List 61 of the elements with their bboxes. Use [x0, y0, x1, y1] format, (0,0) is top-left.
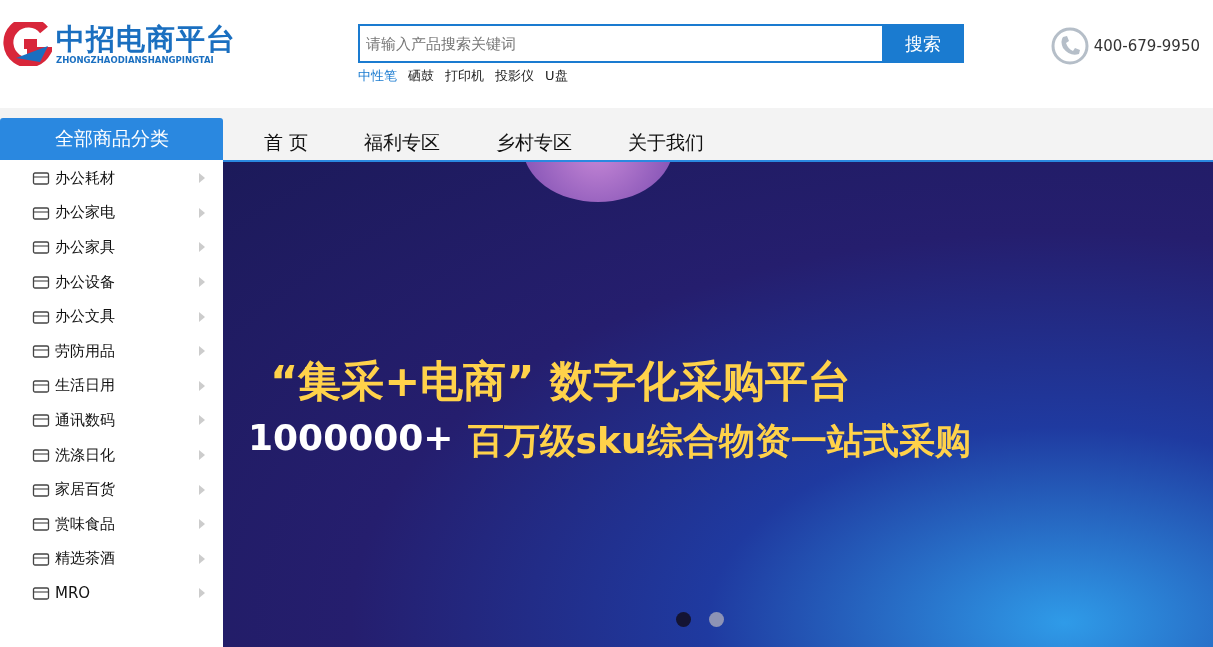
category-link[interactable]: MRO	[55, 584, 199, 603]
carousel-dot[interactable]	[709, 612, 724, 627]
category-link[interactable]: 生活日用	[55, 376, 199, 396]
category-icon	[32, 550, 50, 567]
banner-tagline: 百万级sku综合物资一站式采购	[467, 419, 971, 463]
category-icon	[32, 481, 50, 498]
category-link[interactable]: 通讯数码	[55, 410, 199, 430]
category-icon	[32, 274, 50, 291]
category-link[interactable]: 办公文具	[55, 307, 199, 327]
chevron-right-icon	[199, 519, 205, 530]
category-icon	[32, 516, 50, 533]
nav-link[interactable]: 福利专区	[364, 130, 441, 160]
hot-keyword-link[interactable]: 中性笔	[358, 67, 397, 85]
hot-keyword-link[interactable]: U盘	[545, 67, 568, 85]
chevron-right-icon	[199, 242, 205, 253]
banner-headline: “集采+电商” 数字化采购平台	[270, 355, 852, 408]
search-button[interactable]: 搜索	[882, 24, 964, 63]
all-categories-button[interactable]: 全部商品分类	[0, 118, 223, 160]
category-icon	[32, 343, 50, 360]
category-link[interactable]: 办公家具	[55, 238, 199, 257]
phone-number: 400-679-9950	[1093, 37, 1200, 55]
chevron-right-icon	[199, 277, 205, 288]
category-icon	[32, 447, 50, 464]
category-icon	[32, 204, 50, 221]
category-icon	[32, 170, 50, 187]
category-icon	[32, 308, 50, 325]
hot-keyword-link[interactable]: 硒鼓	[408, 67, 434, 85]
category-link[interactable]: 办公耗材	[55, 168, 199, 188]
category-icon	[32, 585, 50, 602]
category-link[interactable]: 洗涤日化	[55, 445, 199, 465]
logo-icon	[2, 22, 52, 66]
category-link[interactable]: 办公家电	[55, 203, 199, 223]
category-icon	[32, 412, 50, 429]
nav-link[interactable]: 首 页	[264, 130, 309, 160]
chevron-right-icon	[199, 484, 205, 495]
chevron-right-icon	[199, 415, 205, 426]
hot-keyword-link[interactable]: 打印机	[445, 67, 484, 85]
chevron-right-icon	[199, 311, 205, 322]
carousel-dot[interactable]	[676, 612, 691, 627]
logo-subtitle: ZHONGZHAODIANSHANGPINGTAI	[56, 54, 215, 66]
logo-title: 中招电商平台	[56, 22, 236, 55]
category-icon	[32, 377, 50, 394]
hot-keyword-link[interactable]: 投影仪	[495, 67, 534, 85]
nav-link[interactable]: 乡村专区	[496, 130, 573, 160]
phone-icon	[1049, 26, 1090, 66]
category-link[interactable]: 劳防用品	[55, 341, 199, 361]
banner-count: 1000000+	[248, 417, 454, 460]
chevron-right-icon	[199, 173, 205, 184]
search-field[interactable]: 请输入产品搜索关键词	[358, 24, 882, 63]
category-link[interactable]: 家居百货	[55, 480, 199, 500]
chevron-right-icon	[199, 588, 205, 599]
chevron-right-icon	[199, 380, 205, 391]
chevron-right-icon	[199, 450, 205, 461]
category-icon	[32, 239, 50, 256]
category-link[interactable]: 赏味食品	[55, 514, 199, 534]
chevron-right-icon	[199, 207, 205, 218]
chevron-right-icon	[199, 346, 205, 357]
category-link[interactable]: 精选茶酒	[55, 549, 199, 569]
nav-link[interactable]: 关于我们	[628, 130, 705, 160]
category-link[interactable]: 办公设备	[55, 272, 199, 292]
chevron-right-icon	[199, 553, 205, 564]
